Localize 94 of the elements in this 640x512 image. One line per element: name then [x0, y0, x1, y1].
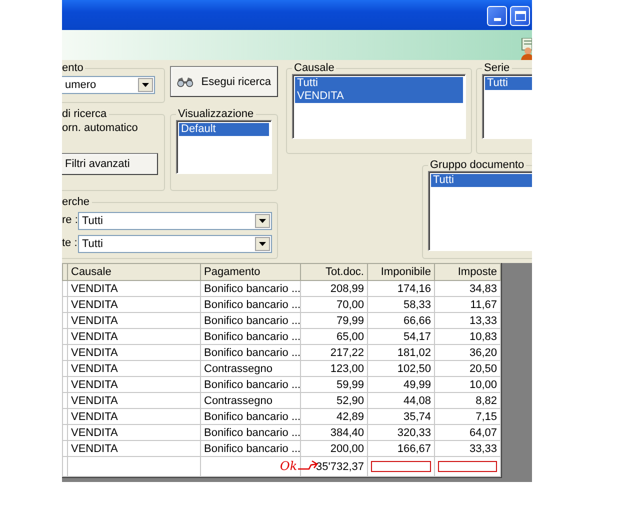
dropdown-button[interactable]: [255, 214, 270, 228]
caret-icon: [259, 218, 266, 222]
column-header[interactable]: Imponibile: [368, 264, 434, 280]
caret-icon: [142, 83, 149, 87]
table-cell: Bonifico bancario ...: [200, 376, 300, 392]
table-cell: VENDITA: [68, 360, 200, 376]
group-label: Causale: [293, 62, 336, 74]
list-item[interactable]: Tutti: [295, 77, 463, 90]
table-cell: 166,67: [368, 440, 434, 456]
table-cell: 181,02: [368, 344, 434, 360]
table-cell: VENDITA: [68, 296, 200, 312]
table-cell: VENDITA: [68, 392, 200, 408]
table-cell: 320,33: [368, 424, 434, 440]
table-cell: 102,50: [368, 360, 434, 376]
minimize-button[interactable]: [487, 6, 507, 26]
column-header[interactable]: Causale: [68, 264, 200, 280]
field-label: re :: [62, 214, 76, 226]
list-item[interactable]: Default: [179, 123, 269, 136]
table-cell: 58,33: [368, 296, 434, 312]
field-label: te :: [62, 236, 76, 248]
table-cell: Bonifico bancario ...: [200, 440, 300, 456]
combo-box[interactable]: Tutti: [78, 234, 272, 252]
table-cell: VENDITA: [68, 328, 200, 344]
table-cell: 33,33: [434, 440, 500, 456]
table-cell: 34,83: [434, 280, 500, 296]
group-label: erche: [62, 196, 91, 208]
group-label: ento: [62, 62, 84, 74]
total-cell: 35'732,37: [300, 456, 368, 476]
table-cell: 54,17: [368, 328, 434, 344]
maximize-button[interactable]: [510, 6, 530, 26]
table-cell: 44,08: [368, 392, 434, 408]
table-cell: Bonifico bancario ...: [200, 344, 300, 360]
table-cell: 70,00: [300, 296, 368, 312]
highlight-box: [438, 461, 497, 472]
table-cell: Contrassegno: [200, 392, 300, 408]
table-cell: Bonifico bancario ...: [200, 408, 300, 424]
table-cell: Bonifico bancario ...: [200, 296, 300, 312]
search-button[interactable]: Esegui ricerca: [170, 66, 278, 97]
dropdown-button[interactable]: [138, 78, 153, 92]
table-cell: 217,22: [300, 344, 368, 360]
combo-box[interactable]: umero: [62, 76, 155, 94]
table-cell: VENDITA: [68, 280, 200, 296]
table-cell: 64,07: [434, 424, 500, 440]
table-cell: 10,00: [434, 376, 500, 392]
group-label: Gruppo documento: [429, 159, 526, 171]
table-cell: 79,99: [300, 312, 368, 328]
group-label: Serie: [483, 62, 511, 74]
table-cell: 11,67: [434, 296, 500, 312]
table-cell: 66,66: [368, 312, 434, 328]
table-cell: 13,33: [434, 312, 500, 328]
table-cell: 36,20: [434, 344, 500, 360]
table-cell: 123,00: [300, 360, 368, 376]
table-cell: Bonifico bancario ...: [200, 424, 300, 440]
table-cell: VENDITA: [68, 376, 200, 392]
list-item[interactable]: VENDITA: [295, 90, 463, 103]
group-label: Visualizzazione: [177, 108, 255, 120]
table-cell: Contrassegno: [200, 360, 300, 376]
table-cell: 42,89: [300, 408, 368, 424]
list-item[interactable]: Tutti: [431, 174, 532, 187]
table-cell: 10,83: [434, 328, 500, 344]
column-header[interactable]: Pagamento: [200, 264, 300, 280]
table-cell: 49,99: [368, 376, 434, 392]
table-cell: Bonifico bancario ...: [200, 312, 300, 328]
dropdown-button[interactable]: [255, 236, 270, 250]
table-cell: Bonifico bancario ...: [200, 328, 300, 344]
table-cell: 35,74: [368, 408, 434, 424]
table-cell: VENDITA: [68, 344, 200, 360]
column-header[interactable]: Imposte: [434, 264, 500, 280]
table-cell: 52,90: [300, 392, 368, 408]
table-cell: 65,00: [300, 328, 368, 344]
highlight-box: [371, 461, 431, 472]
list-item[interactable]: Tutti: [485, 77, 532, 90]
group-label: di ricerca: [62, 108, 108, 120]
table-cell: VENDITA: [68, 312, 200, 328]
combo-box[interactable]: Tutti: [78, 212, 272, 230]
table-cell: 59,99: [300, 376, 368, 392]
table-cell: VENDITA: [68, 440, 200, 456]
caret-icon: [259, 242, 266, 246]
table-cell: 208,99: [300, 280, 368, 296]
column-header[interactable]: Tot.doc.: [300, 264, 368, 280]
handwritten-note: Ok: [280, 460, 298, 472]
table-cell: 7,15: [434, 408, 500, 424]
user-icon[interactable]: [520, 38, 532, 60]
table-cell: VENDITA: [68, 408, 200, 424]
binoculars-icon: [177, 74, 194, 88]
table-cell: Bonifico bancario ...: [200, 280, 300, 296]
table-cell: VENDITA: [68, 424, 200, 440]
table-cell: 384,40: [300, 424, 368, 440]
option-label: orn. automatico: [62, 122, 139, 134]
table-cell: 200,00: [300, 440, 368, 456]
advanced-filters-button[interactable]: Filtri avanzati: [62, 153, 158, 175]
table-cell: 174,16: [368, 280, 434, 296]
table-cell: 20,50: [434, 360, 500, 376]
table-cell: 8,82: [434, 392, 500, 408]
